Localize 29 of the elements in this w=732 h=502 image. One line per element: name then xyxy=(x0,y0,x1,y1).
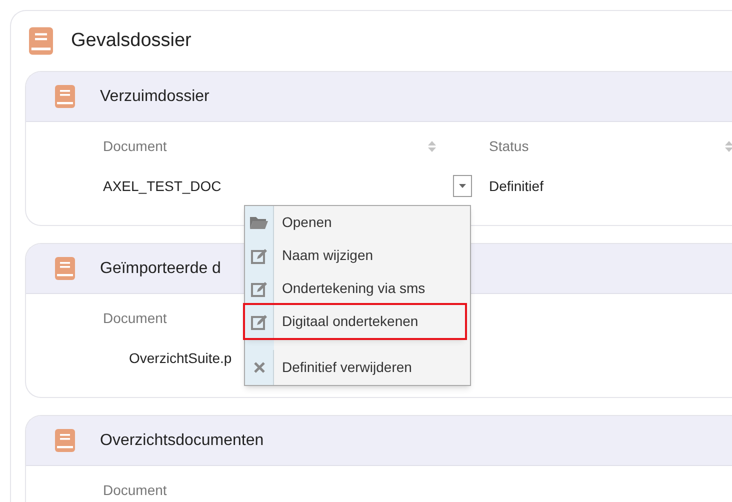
table-cell-text: AXEL_TEST_DOC xyxy=(103,176,222,196)
column-header[interactable]: Document xyxy=(103,308,167,329)
edit-icon xyxy=(250,280,268,296)
column-header[interactable]: Status xyxy=(489,136,529,157)
table-cell-text: OverzichtSuite.p xyxy=(128,348,232,368)
section-title: Verzuimdossier xyxy=(100,86,210,106)
close-icon xyxy=(254,362,264,373)
sort-icon[interactable] xyxy=(428,141,436,152)
section-title: Overzichtsdocumenten xyxy=(100,430,264,450)
menu-item[interactable]: Ondertekening via sms xyxy=(245,272,470,305)
book-icon xyxy=(55,257,75,280)
folder-icon xyxy=(250,216,268,229)
column-header[interactable]: Document xyxy=(103,136,167,157)
page-title: Gevalsdossier xyxy=(71,28,192,53)
table-cell-text: Definitief xyxy=(489,176,544,196)
edit-icon xyxy=(250,314,268,330)
book-icon xyxy=(55,429,75,452)
dropdown-button[interactable] xyxy=(453,175,472,197)
column-header[interactable]: Document xyxy=(103,480,167,501)
section-title: Geïmporteerde d xyxy=(100,258,221,278)
menu-item[interactable]: Digitaal ondertekenen xyxy=(245,305,465,338)
sort-icon[interactable] xyxy=(725,141,732,152)
menu-item[interactable]: Definitief verwijderen xyxy=(245,350,470,385)
book-icon xyxy=(55,85,75,108)
menu-item[interactable]: Naam wijzigen xyxy=(245,239,470,272)
menu-item[interactable]: Openen xyxy=(245,206,470,239)
caret-icon xyxy=(459,184,466,188)
book-icon xyxy=(29,27,53,55)
edit-icon xyxy=(250,248,268,264)
